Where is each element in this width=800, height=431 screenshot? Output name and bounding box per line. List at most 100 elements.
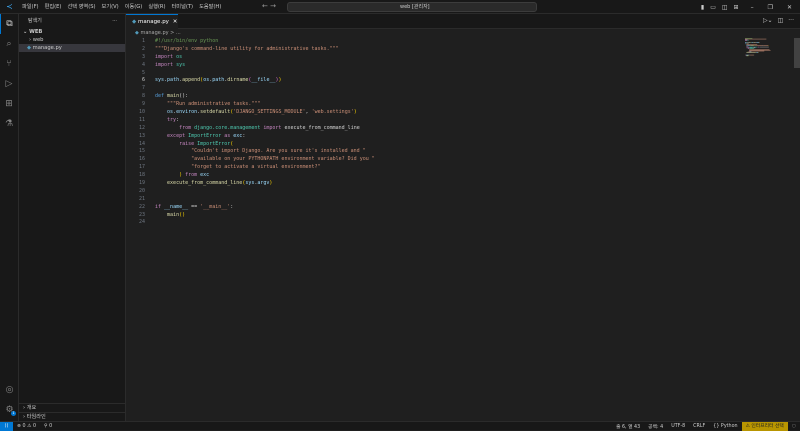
code-line[interactable]: 4import sys — [126, 62, 740, 70]
search-icon[interactable]: ⌕ — [0, 34, 18, 54]
code-line[interactable]: 18 ) from exc — [126, 172, 740, 180]
code-line[interactable]: 15 "Couldn't import Django. Are you sure… — [126, 148, 740, 156]
code-line[interactable]: 2"""Django's command-line utility for ad… — [126, 46, 740, 54]
end-of-line[interactable]: CRLF — [689, 424, 709, 429]
code-line[interactable]: 12 from django.core.management import ex… — [126, 125, 740, 133]
problems-indicator[interactable]: ⊗ 0 ⚠ 0 — [13, 424, 40, 429]
language-mode[interactable]: {} Python — [709, 424, 741, 429]
code-line[interactable]: 13 except ImportError as exc: — [126, 133, 740, 141]
code-line[interactable]: 11 try: — [126, 117, 740, 125]
account-icon[interactable]: ◎ — [0, 380, 19, 400]
code-token: try — [155, 117, 176, 123]
toggle-panel-icon[interactable]: ▭ — [710, 4, 716, 11]
tab-manage-py[interactable]: ◆ manage.py ✕ — [126, 14, 178, 29]
minimap-token — [745, 55, 746, 56]
code-line[interactable]: 5 — [126, 70, 740, 78]
code-line[interactable]: 24 — [126, 219, 740, 227]
code-token: main — [155, 212, 179, 218]
line-number: 13 — [126, 133, 145, 141]
forward-icon[interactable]: → — [270, 2, 276, 10]
toggle-secondary-sidebar-icon[interactable]: ◫ — [722, 4, 728, 11]
extensions-icon[interactable]: ⊞ — [0, 94, 18, 114]
line-text: ) from exc — [145, 172, 209, 180]
breadcrumb[interactable]: ◆ manage.py > ... — [135, 30, 181, 36]
editor-scrollbar[interactable] — [794, 38, 800, 68]
minimap-token — [757, 52, 758, 53]
code-line[interactable]: 7 — [126, 85, 740, 93]
encoding[interactable]: UTF-8 — [667, 424, 689, 429]
line-number: 20 — [126, 188, 145, 196]
minimap[interactable] — [745, 38, 785, 58]
menu-item[interactable]: 실행(R) — [145, 3, 168, 10]
source-control-icon[interactable]: ⑂ — [0, 54, 18, 74]
folder-root[interactable]: ⌄ WEB — [19, 28, 125, 36]
ports-indicator[interactable]: ⚲ 0 — [40, 424, 56, 429]
run-python-icon[interactable]: ▷⌄ — [763, 17, 773, 24]
line-number: 6 — [126, 77, 145, 85]
folder-web-label: web — [33, 37, 44, 43]
settings-badge: 1 — [11, 411, 16, 416]
restore-button[interactable]: ❐ — [768, 4, 773, 11]
code-token: except — [155, 133, 185, 139]
vscode-logo-icon: ≺ — [0, 2, 19, 11]
code-token: append — [182, 77, 200, 83]
code-line[interactable]: 9 """Run administrative tasks.""" — [126, 101, 740, 109]
more-actions-icon[interactable]: ··· — [788, 17, 794, 24]
line-number: 21 — [126, 196, 145, 204]
code-line[interactable]: 16 "available on your PYTHONPATH environ… — [126, 156, 740, 164]
menu-item[interactable]: 이동(G) — [122, 3, 146, 10]
code-line[interactable]: 21 — [126, 196, 740, 204]
run-debug-icon[interactable]: ▷ — [0, 74, 18, 94]
code-line[interactable]: 1#!/usr/bin/env python — [126, 38, 740, 46]
code-line[interactable]: 14 raise ImportError( — [126, 141, 740, 149]
select-interpreter-button[interactable]: ⚠ 인터프리터 선택 — [742, 422, 788, 431]
menu-item[interactable]: 터미널(T) — [169, 3, 197, 10]
code-line[interactable]: 3import os — [126, 54, 740, 62]
timeline-section[interactable]: › 타임라인 — [19, 412, 125, 421]
code-token: ) — [354, 109, 357, 115]
close-tab-icon[interactable]: ✕ — [173, 19, 178, 25]
command-center-search[interactable]: web [관리자] — [287, 2, 537, 12]
code-token: path — [212, 77, 224, 83]
notifications-bell-icon[interactable]: ◌ — [788, 424, 800, 429]
code-token: """Django's command-line utility for adm… — [155, 46, 339, 52]
testing-icon[interactable]: ⚗ — [0, 114, 18, 134]
back-icon[interactable]: ← — [262, 2, 268, 10]
split-editor-icon[interactable]: ◫ — [778, 17, 784, 24]
close-button[interactable]: ✕ — [787, 4, 792, 11]
menu-item[interactable]: 선택 영역(S) — [64, 3, 98, 10]
code-line[interactable]: 17 "forget to activate a virtual environ… — [126, 164, 740, 172]
code-line[interactable]: 10 os.environ.setdefault('DJANGO_SETTING… — [126, 109, 740, 117]
code-token: ) — [279, 77, 282, 83]
cursor-position[interactable]: 줄 6, 열 43 — [612, 423, 644, 430]
folder-web[interactable]: › web — [19, 36, 125, 44]
code-line[interactable]: 22if __name__ == '__main__': — [126, 204, 740, 212]
code-editor[interactable]: 1#!/usr/bin/env python2"""Django's comma… — [126, 38, 740, 227]
settings-gear-icon[interactable]: ⚙1 — [0, 400, 19, 420]
code-line[interactable]: 8def main(): — [126, 93, 740, 101]
line-text — [145, 188, 155, 196]
line-text: import os — [145, 54, 182, 62]
outline-section[interactable]: › 개요 — [19, 403, 125, 412]
menu-item[interactable]: 도움말(H) — [196, 3, 224, 10]
minimap-token — [746, 46, 747, 47]
menu-item[interactable]: 편집(E) — [42, 3, 65, 10]
code-line[interactable]: 6sys.path.append(os.path.dirname(__file_… — [126, 77, 740, 85]
more-actions-icon[interactable]: ··· — [112, 14, 117, 28]
code-line[interactable]: 20 — [126, 188, 740, 196]
toggle-sidebar-icon[interactable]: ▮ — [701, 4, 704, 11]
menu-item[interactable]: 파일(F) — [19, 3, 42, 10]
explorer-icon[interactable]: ⧉ — [0, 14, 18, 34]
indentation[interactable]: 공백: 4 — [644, 423, 667, 430]
code-line[interactable]: 23 main() — [126, 212, 740, 220]
minimize-button[interactable]: – — [751, 4, 754, 11]
code-token: execute_from_command_line — [155, 180, 242, 186]
line-text: os.environ.setdefault('DJANGO_SETTINGS_M… — [145, 109, 357, 117]
customize-layout-icon[interactable]: ⊞ — [734, 4, 739, 11]
code-line[interactable]: 19 execute_from_command_line(sys.argv) — [126, 180, 740, 188]
menu-item[interactable]: 보기(V) — [99, 3, 122, 10]
nav-arrows: ← → — [262, 2, 276, 10]
file-manage-py[interactable]: ◆ manage.py — [19, 44, 125, 52]
remote-icon[interactable]: ⟩⟨ — [0, 422, 13, 431]
line-number: 12 — [126, 125, 145, 133]
